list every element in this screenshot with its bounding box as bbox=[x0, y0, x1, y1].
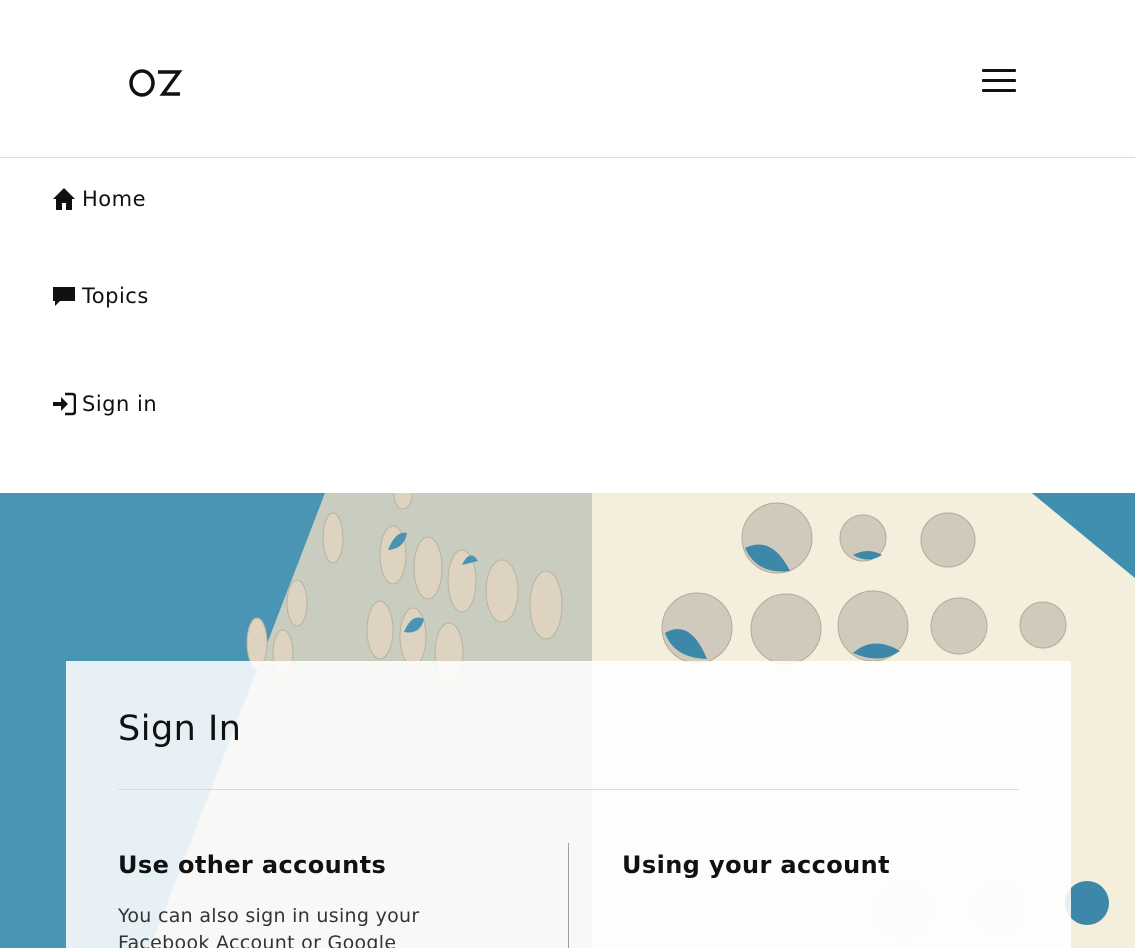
comment-icon bbox=[53, 287, 75, 306]
nav-item-topics[interactable]: Topics bbox=[52, 284, 149, 308]
menu-bar bbox=[982, 79, 1016, 82]
site-logo[interactable] bbox=[129, 67, 183, 99]
hero-banner: Sign In Use other accounts You can also … bbox=[0, 493, 1135, 948]
sign-in-icon bbox=[53, 392, 76, 416]
nav-item-label: Topics bbox=[82, 284, 149, 308]
other-accounts-heading: Use other accounts bbox=[118, 851, 387, 879]
nav-item-label: Sign in bbox=[82, 392, 158, 416]
menu-bar bbox=[982, 89, 1016, 92]
nav-item-home[interactable]: Home bbox=[52, 187, 146, 211]
sign-in-card: Sign In Use other accounts You can also … bbox=[66, 661, 1071, 948]
home-icon bbox=[53, 188, 75, 210]
column-divider bbox=[568, 843, 569, 948]
your-account-heading: Using your account bbox=[622, 851, 891, 879]
logo-graphic bbox=[129, 69, 183, 97]
card-divider bbox=[118, 789, 1019, 790]
site-header bbox=[0, 0, 1135, 158]
nav-item-label: Home bbox=[82, 187, 147, 211]
nav-item-sign-in[interactable]: Sign in bbox=[52, 392, 157, 416]
other-accounts-description: You can also sign in using your Facebook… bbox=[118, 905, 420, 948]
sign-in-title: Sign In bbox=[118, 709, 242, 749]
hamburger-menu-icon[interactable] bbox=[982, 69, 1016, 93]
main-navigation: Home Topics Sign in bbox=[0, 159, 1135, 493]
menu-bar bbox=[982, 69, 1016, 72]
